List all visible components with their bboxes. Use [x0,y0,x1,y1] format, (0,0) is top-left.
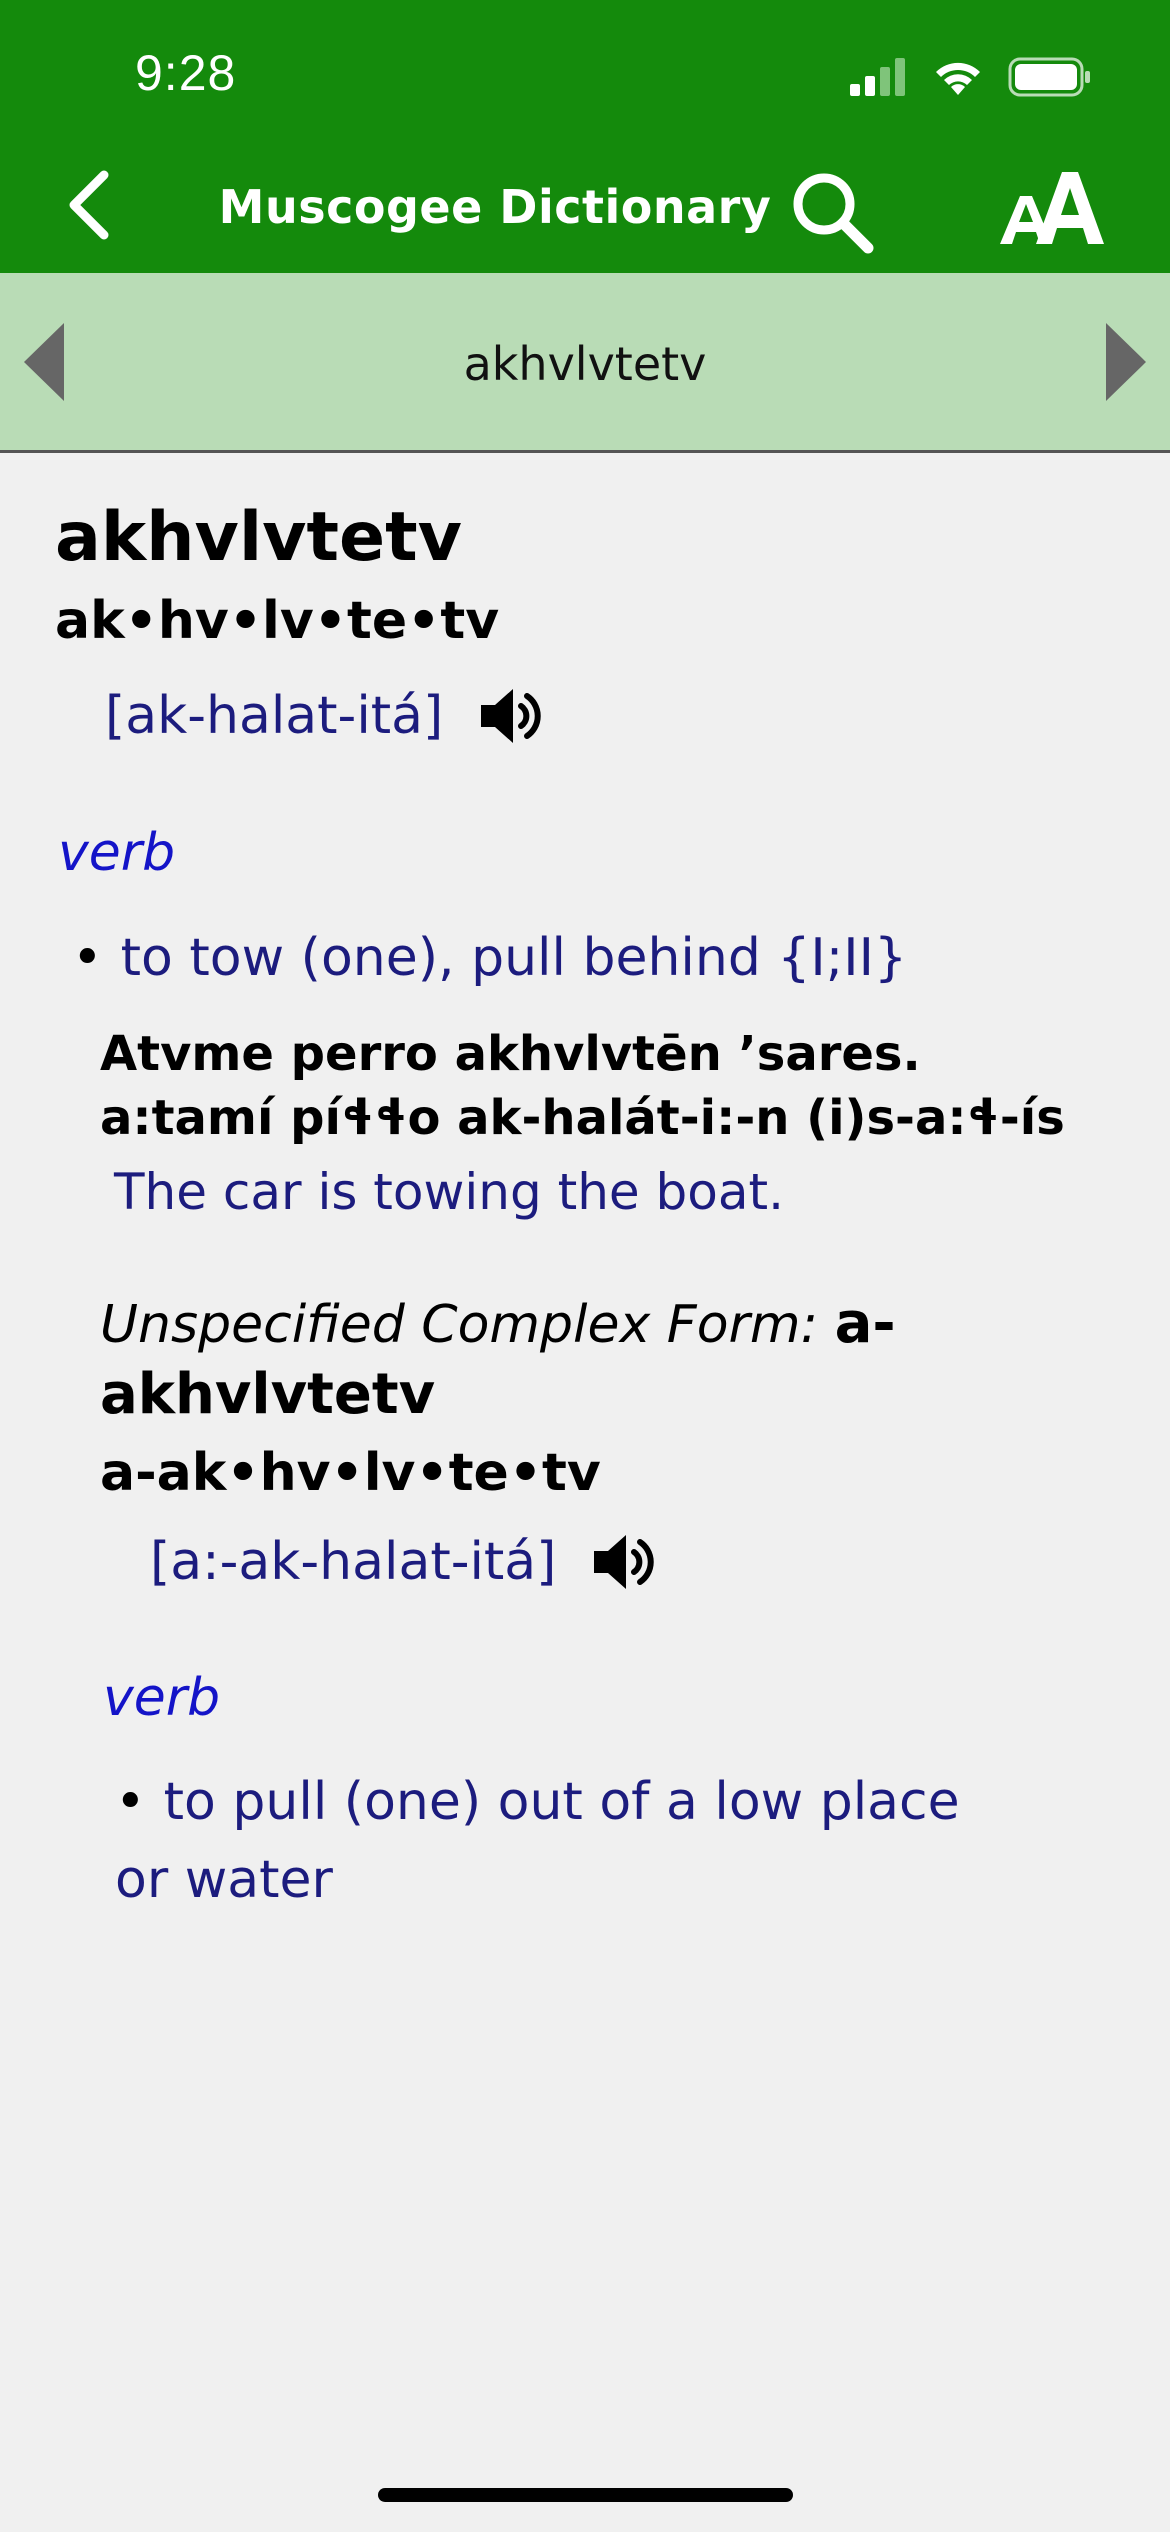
cellular-signal-icon [850,58,905,96]
complex-part-of-speech: verb [103,1668,221,1728]
word-navigation-strip: akhvlvtetv [0,273,1170,453]
font-size-icon[interactable] [998,168,1108,248]
complex-form-heading: Unspecified Complex Form: a-akhvlvtetv [100,1289,1100,1431]
top-bar: 9:28 Muscogee Dictionary [0,0,1170,273]
complex-sense-definition: • to pull (one) out of a low place or wat… [115,1763,1015,1919]
status-time: 9:28 [135,45,237,101]
status-icons [850,55,1092,99]
headword-syllables: ak•hv•lv•te•tv [55,591,500,651]
speaker-audio-icon[interactable] [479,685,543,747]
complex-form-label: Unspecified Complex Form: [100,1295,819,1355]
example-phonetic: a:tamí píɬɬo ak-halát-i:-n (i)s-a:ɬ-ís [100,1090,1065,1146]
next-word-arrow-icon[interactable] [1102,321,1150,403]
bullet: • [115,1772,146,1832]
complex-form-syllables: a-ak•hv•lv•te•tv [100,1443,601,1503]
speaker-audio-icon[interactable] [592,1531,656,1593]
wifi-icon [936,62,980,95]
complex-pronunciation-row: [a:-ak-halat-itá] [150,1531,656,1593]
search-icon[interactable] [788,168,878,258]
pronunciation: [ak-halat-itá] [105,686,444,746]
home-indicator[interactable] [378,2488,793,2502]
example-translation: The car is towing the boat. [114,1163,785,1221]
part-of-speech: verb [58,823,176,883]
battery-icon [1008,57,1090,97]
bullet: • [72,928,103,988]
sense-text: to tow (one), pull behind {I;II} [120,928,908,988]
dictionary-app: 9:28 Muscogee Dictionary akhvlvtetv akhv… [0,0,1170,2532]
current-word-label: akhvlvtetv [463,337,707,391]
pronunciation-row: [ak-halat-itá] [105,685,543,747]
headword: akhvlvtetv [55,498,462,577]
complex-sense-text: to pull (one) out of a low place or wate… [115,1772,960,1910]
sense-definition: • to tow (one), pull behind {I;II} [72,919,907,997]
example-muscogee: Atvme perro akhvlvtēn ’sares. [100,1026,921,1082]
complex-pronunciation: [a:-ak-halat-itá] [150,1532,557,1592]
